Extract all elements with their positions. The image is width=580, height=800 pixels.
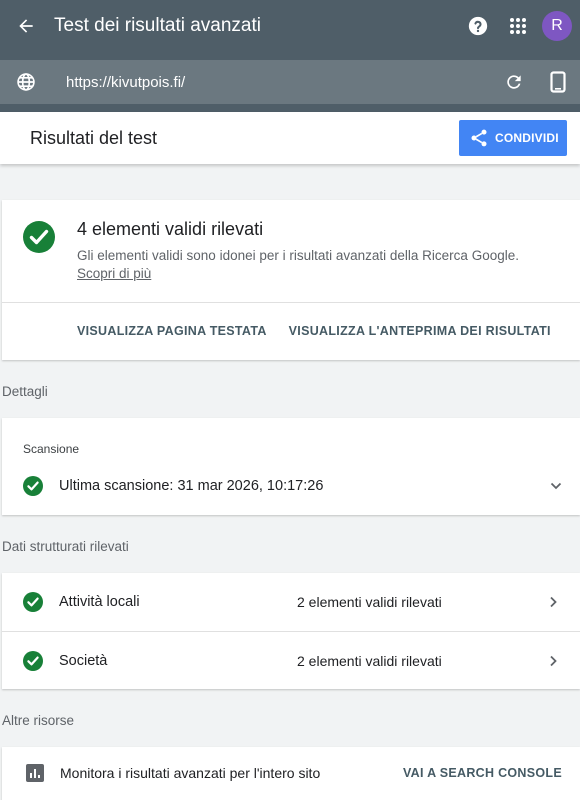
structured-item-value: 2 elementi validi rilevati: [297, 594, 442, 610]
url-field-container: https://kivutpois.fi/: [0, 60, 580, 104]
divider: [2, 302, 580, 303]
results-header: Risultati del test CONDIVIDI: [0, 112, 580, 164]
structured-item-name: Società: [59, 652, 108, 669]
check-icon: [23, 650, 43, 671]
crawl-label: Scansione: [23, 442, 80, 456]
structured-item-row[interactable]: Società 2 elementi validi rilevati: [2, 631, 580, 689]
details-section-label: Dettagli: [2, 384, 48, 399]
chevron-right-icon: [550, 596, 557, 608]
app-title: Test dei risultati avanzati: [54, 15, 261, 36]
learn-more-link[interactable]: Scopri di più: [77, 266, 151, 281]
mobile-device-icon[interactable]: [536, 71, 580, 93]
view-tested-page-link[interactable]: VISUALIZZA PAGINA TESTATA: [77, 324, 267, 338]
last-crawl-text: Ultima scansione: 31 mar 2026, 10:17:26: [59, 478, 324, 494]
results-title: Risultati del test: [30, 127, 158, 148]
chevron-down-icon[interactable]: [549, 479, 563, 493]
url-text[interactable]: https://kivutpois.fi/: [66, 74, 492, 91]
summary-actions: VISUALIZZA PAGINA TESTATA VISUALIZZA L'A…: [77, 324, 551, 338]
share-label: CONDIVIDI: [495, 131, 559, 145]
valid-check-icon: [23, 221, 55, 258]
crawl-card[interactable]: Scansione Ultima scansione: 31 mar 2026,…: [2, 418, 580, 515]
other-resources-section-label: Altre risorse: [2, 713, 75, 728]
globe-icon: [0, 72, 52, 92]
summary-title: 4 elementi validi rilevati: [77, 219, 264, 239]
share-icon: [471, 129, 487, 147]
check-icon: [23, 592, 43, 612]
view-results-preview-link[interactable]: VISUALIZZA L'ANTEPRIMA DEI RISULTATI: [289, 324, 551, 338]
crawl-row[interactable]: Ultima scansione: 31 mar 2026, 10:17:26: [23, 476, 563, 496]
summary-description: Gli elementi validi sono idonei per i ri…: [77, 247, 547, 283]
structured-item-value: 2 elementi validi rilevati: [297, 652, 442, 669]
structured-item-row[interactable]: Attività locali 2 elementi validi rileva…: [2, 573, 580, 631]
structured-data-section-label: Dati strutturati rilevati: [2, 539, 129, 554]
structured-item-name: Attività locali: [59, 594, 140, 610]
refresh-icon[interactable]: [492, 72, 536, 92]
structured-data-card: Attività locali 2 elementi validi rileva…: [2, 573, 580, 689]
summary-description-text: Gli elementi validi sono idonei per i ri…: [77, 248, 519, 263]
chevron-right-icon: [550, 655, 557, 666]
monitor-text: Monitora i risultati avanzati per l'inte…: [60, 765, 321, 781]
summary-card: 4 elementi validi rilevati Gli elementi …: [2, 200, 580, 360]
bar-chart-icon: [26, 764, 44, 782]
resources-card: Monitora i risultati avanzati per l'inte…: [2, 747, 580, 800]
apps-grid-icon[interactable]: [498, 0, 538, 52]
url-bar: https://kivutpois.fi/: [0, 52, 580, 112]
check-icon: [23, 476, 43, 496]
app-bar: Test dei risultati avanzati R: [0, 0, 580, 52]
back-arrow-icon[interactable]: [0, 0, 52, 52]
search-console-link[interactable]: VAI A SEARCH CONSOLE: [403, 766, 562, 780]
resources-row: Monitora i risultati avanzati per l'inte…: [26, 764, 562, 782]
avatar[interactable]: R: [542, 11, 572, 41]
help-icon[interactable]: [458, 0, 498, 52]
share-button[interactable]: CONDIVIDI: [459, 120, 567, 156]
